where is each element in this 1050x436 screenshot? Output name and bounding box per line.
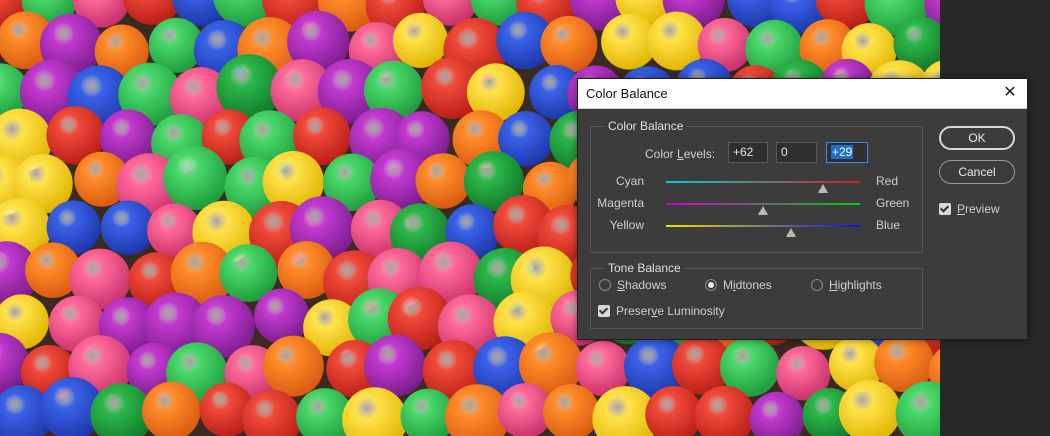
dialog-titlebar[interactable]: Color Balance ✕	[578, 79, 1027, 109]
midtones-radio[interactable]	[705, 279, 717, 291]
color-levels-label: Color Levels:	[645, 147, 716, 161]
level-yellow-blue-field[interactable]: +29	[826, 142, 868, 163]
slider-thumb-0[interactable]	[818, 184, 829, 193]
slider-left-label-0: Cyan	[615, 174, 644, 188]
ball	[100, 200, 156, 255]
color-balance-dialog: Color Balance ✕ Color Balance Color Leve…	[577, 78, 1028, 340]
slider-left-label-2: Yellow	[609, 218, 644, 232]
ball	[415, 153, 471, 209]
cancel-button[interactable]: Cancel	[939, 160, 1015, 184]
ball	[262, 335, 324, 397]
slider-right-label-0: Red	[876, 174, 899, 188]
slider-right-label-1: Green	[876, 196, 910, 210]
ball	[540, 15, 598, 73]
slider-thumb-2[interactable]	[786, 228, 797, 237]
slider-right-label-2: Blue	[876, 218, 901, 232]
dialog-title: Color Balance	[586, 86, 668, 101]
highlights-label[interactable]: Highlights	[829, 278, 882, 292]
level-magenta-green-field[interactable]: 0	[776, 142, 817, 163]
ok-button[interactable]: OK	[939, 126, 1015, 150]
slider-track-2[interactable]	[666, 225, 860, 227]
slider-thumb-1[interactable]	[758, 206, 768, 215]
ball	[254, 288, 310, 344]
ball	[163, 146, 228, 210]
preserve-luminosity-label[interactable]: Preserve Luminosity	[616, 304, 725, 318]
preserve-luminosity-checkbox[interactable]	[598, 305, 610, 317]
shadows-radio[interactable]	[599, 279, 611, 291]
preview-label[interactable]: Preview	[957, 202, 1000, 216]
ball	[364, 334, 426, 397]
shadows-label[interactable]: Shadows	[617, 278, 666, 292]
tone-balance-group-label: Tone Balance	[605, 261, 684, 275]
color-balance-group-label: Color Balance	[605, 119, 687, 133]
close-icon[interactable]: ✕	[999, 82, 1021, 104]
slider-track-0[interactable]	[666, 181, 860, 183]
level-cyan-red-field[interactable]: +62	[728, 142, 768, 163]
slider-track-1[interactable]	[666, 203, 860, 205]
midtones-label[interactable]: Midtones	[723, 278, 772, 292]
slider-left-label-1: Magenta	[597, 196, 644, 210]
preview-checkbox[interactable]	[939, 203, 951, 215]
highlights-radio[interactable]	[811, 279, 823, 291]
